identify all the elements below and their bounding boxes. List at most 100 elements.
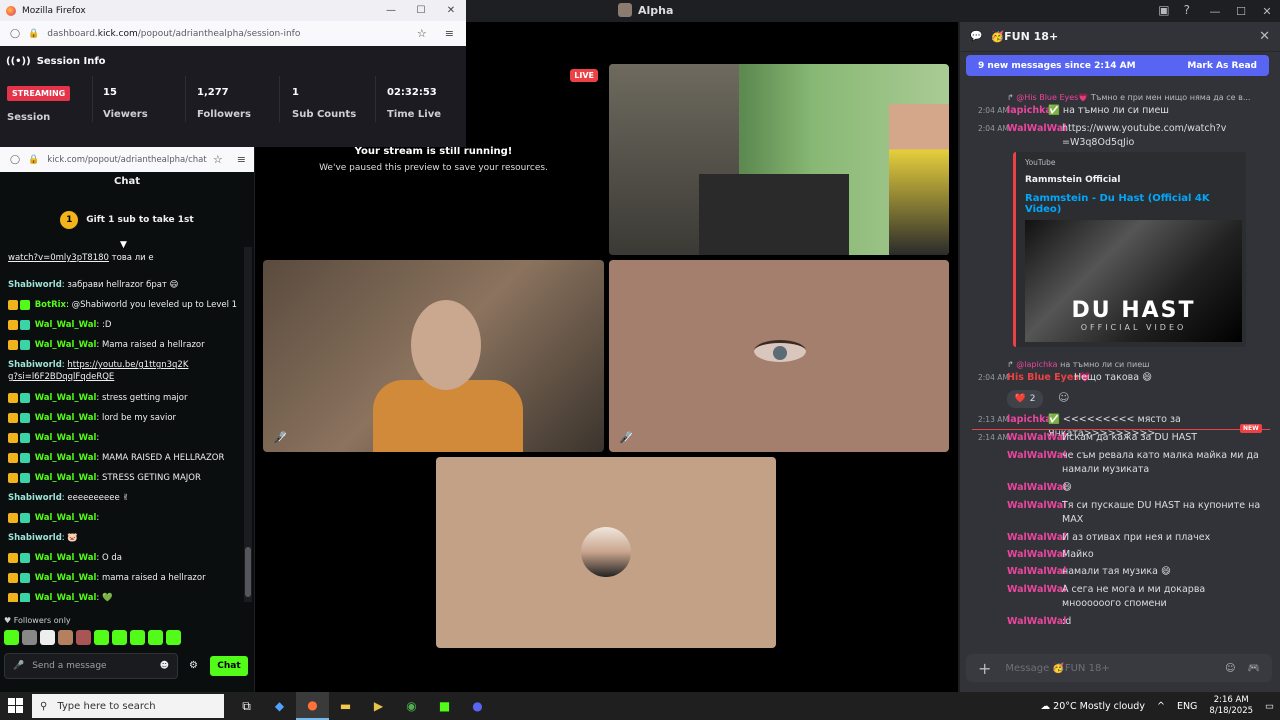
emoji-icon[interactable]: ☻: [160, 661, 169, 671]
section-title: ((•)) Session Info: [6, 56, 106, 67]
file-explorer-icon[interactable]: ▬: [329, 692, 362, 720]
windows-taskbar: ⚲ Type here to search ⧉ ◆ ● ▬ ▶ ◉ ■ ● ☁ …: [0, 692, 1280, 720]
heart-reaction[interactable]: ❤️ 2: [1007, 390, 1043, 408]
stat-viewers: 15 Viewers: [92, 76, 185, 122]
chat-message: Shabiworld: eeeeeeeeee ✌: [8, 493, 130, 503]
message-author[interactable]: lapichka: [1007, 413, 1052, 427]
video-tile-avatar[interactable]: [436, 457, 776, 648]
media-icon[interactable]: ▶: [362, 692, 395, 720]
message-author[interactable]: WalWalWal: [1007, 431, 1066, 445]
stat-time-live: 02:32:53 Time Live: [375, 76, 466, 122]
mic-muted-icon: 🎤̸: [619, 431, 633, 444]
shield-icon[interactable]: ◯: [10, 29, 20, 39]
video-tile-woman[interactable]: 🎤̸: [263, 260, 604, 452]
maximize-icon[interactable]: ☐: [1228, 0, 1254, 22]
chat-scrollbar[interactable]: [244, 247, 252, 602]
url-bar[interactable]: ◯ 🔒 dashboard.kick.com/popout/adrianthea…: [0, 21, 466, 46]
chat-message: Shabiworld: 🐷: [8, 533, 78, 543]
chat-message: Wal_Wal_Wal: :D: [8, 319, 238, 331]
emote-icon[interactable]: [76, 630, 91, 645]
video-tile-greenscreen[interactable]: [609, 64, 949, 255]
minimize-icon[interactable]: —: [1202, 0, 1228, 22]
emote-icon[interactable]: [148, 630, 163, 645]
bot-badge-icon: [20, 299, 30, 310]
menu-icon[interactable]: ≡: [237, 153, 246, 166]
paused-subtitle: We've paused this preview to save your r…: [319, 163, 548, 173]
weather-widget[interactable]: ☁ 20°C Mostly cloudy: [1041, 701, 1145, 712]
mark-as-read-button[interactable]: Mark As Read: [1187, 61, 1257, 71]
notification-icon[interactable]: ▭: [1265, 701, 1274, 712]
message-input[interactable]: + Message 🥳FUN 18+ ☺ 🎮: [966, 654, 1272, 682]
close-icon[interactable]: ✕: [1259, 29, 1270, 44]
url-bar[interactable]: ◯ 🔒 kick.com/popout/adrianthealpha/chat …: [0, 147, 254, 172]
chat-message: Wal_Wal_Wal: stress getting major: [8, 392, 238, 404]
menu-icon[interactable]: ≡: [445, 27, 454, 40]
close-icon[interactable]: ✕: [436, 0, 466, 21]
mic-muted-icon: 🎤̸: [273, 431, 287, 444]
chat-message: Wal_Wal_Wal:: [8, 432, 238, 444]
gift-leaderboard[interactable]: 1 Gift 1 sub to take 1st: [0, 205, 254, 235]
maximize-icon[interactable]: ☐: [406, 0, 436, 21]
message-list: ↱ @His Blue Eyes💗 Тъмно е при мен нищо н…: [960, 78, 1280, 643]
taskbar-search[interactable]: ⚲ Type here to search: [32, 694, 224, 718]
emote-bar: [4, 630, 181, 645]
chevron-up-icon[interactable]: ^: [1157, 701, 1165, 712]
message-author[interactable]: lapichka: [1007, 104, 1052, 118]
gear-icon[interactable]: ⚙: [189, 660, 198, 671]
firefox-chat-window: ◯ 🔒 kick.com/popout/adrianthealpha/chat …: [0, 147, 254, 692]
inbox-icon[interactable]: ▣: [1158, 3, 1169, 17]
new-messages-bar[interactable]: 9 new messages since 2:14 AM Mark As Rea…: [966, 55, 1269, 76]
video-thumbnail[interactable]: DU HAST OFFICIAL VIDEO: [1025, 220, 1242, 342]
chat-message: watch?v=0mly3pT8180 това ли е: [8, 253, 154, 263]
clock[interactable]: 2:16 AM 8/18/2025: [1209, 695, 1253, 717]
emote-icon[interactable]: [22, 630, 37, 645]
chat-message: Wal_Wal_Wal: 💚: [8, 592, 238, 602]
app-icon[interactable]: ◆: [263, 692, 296, 720]
bookmark-star-icon[interactable]: ☆: [417, 27, 427, 40]
channel-name: 🥳FUN 18+: [990, 30, 1059, 43]
taskbar-apps: ⧉ ◆ ● ▬ ▶ ◉ ■ ●: [230, 692, 494, 720]
chat-message-input[interactable]: 🎤 Send a message ☻: [4, 653, 178, 679]
add-reaction-icon[interactable]: ☺: [1058, 391, 1069, 404]
video-tile-eye[interactable]: 🎤̸: [609, 260, 949, 452]
emote-icon[interactable]: [4, 630, 19, 645]
emote-icon[interactable]: [112, 630, 127, 645]
language-indicator[interactable]: ENG: [1177, 701, 1197, 712]
stat-followers: 1,277 Followers: [185, 76, 279, 122]
chat-message: Wal_Wal_Wal: mama raised a hellrazor: [8, 572, 238, 584]
chat-title: Chat: [114, 176, 140, 187]
minimize-icon[interactable]: —: [376, 0, 406, 21]
youtube-embed[interactable]: YouTube Rammstein Official Rammstein - D…: [1013, 152, 1246, 347]
chrome-icon[interactable]: ◉: [395, 692, 428, 720]
emote-icon[interactable]: [58, 630, 73, 645]
mic-icon[interactable]: 🎤: [13, 661, 24, 671]
send-chat-button[interactable]: Chat: [210, 656, 248, 676]
sub-badge-icon: [20, 319, 30, 330]
channel-chat-panel: 💬 🥳FUN 18+ ✕ 9 new messages since 2:14 A…: [960, 22, 1280, 692]
live-badge: LIVE: [570, 69, 598, 82]
task-view-icon[interactable]: ⧉: [230, 692, 263, 720]
firefox-icon[interactable]: ●: [296, 692, 329, 720]
emote-icon[interactable]: [94, 630, 109, 645]
emote-icon[interactable]: [130, 630, 145, 645]
shield-icon[interactable]: ◯: [10, 155, 20, 165]
plus-icon[interactable]: +: [978, 659, 991, 678]
close-icon[interactable]: ✕: [1254, 0, 1280, 22]
discord-icon[interactable]: ●: [461, 692, 494, 720]
chat-message: Wal_Wal_Wal: O da: [8, 552, 238, 564]
emoji-icon[interactable]: ☺: [1225, 663, 1235, 674]
firefox-titlebar: Mozilla Firefox — ☐ ✕: [0, 0, 466, 21]
firefox-logo-icon: [6, 5, 16, 16]
bookmark-star-icon[interactable]: ☆: [213, 153, 223, 166]
paused-title: Your stream is still running!: [354, 146, 513, 157]
message-author[interactable]: WalWalWal: [1007, 122, 1066, 136]
new-tag: NEW: [1240, 424, 1262, 433]
emote-icon[interactable]: [40, 630, 55, 645]
gamepad-icon[interactable]: 🎮: [1248, 663, 1260, 674]
emote-icon[interactable]: [166, 630, 181, 645]
windows-start-icon[interactable]: [8, 698, 24, 714]
kick-icon[interactable]: ■: [428, 692, 461, 720]
youtube-link[interactable]: https://www.youtube.com/watch?v=W3q8Od5q…: [1062, 122, 1232, 150]
help-icon[interactable]: ?: [1184, 3, 1190, 17]
chat-message: Wal_Wal_Wal:: [8, 512, 238, 524]
